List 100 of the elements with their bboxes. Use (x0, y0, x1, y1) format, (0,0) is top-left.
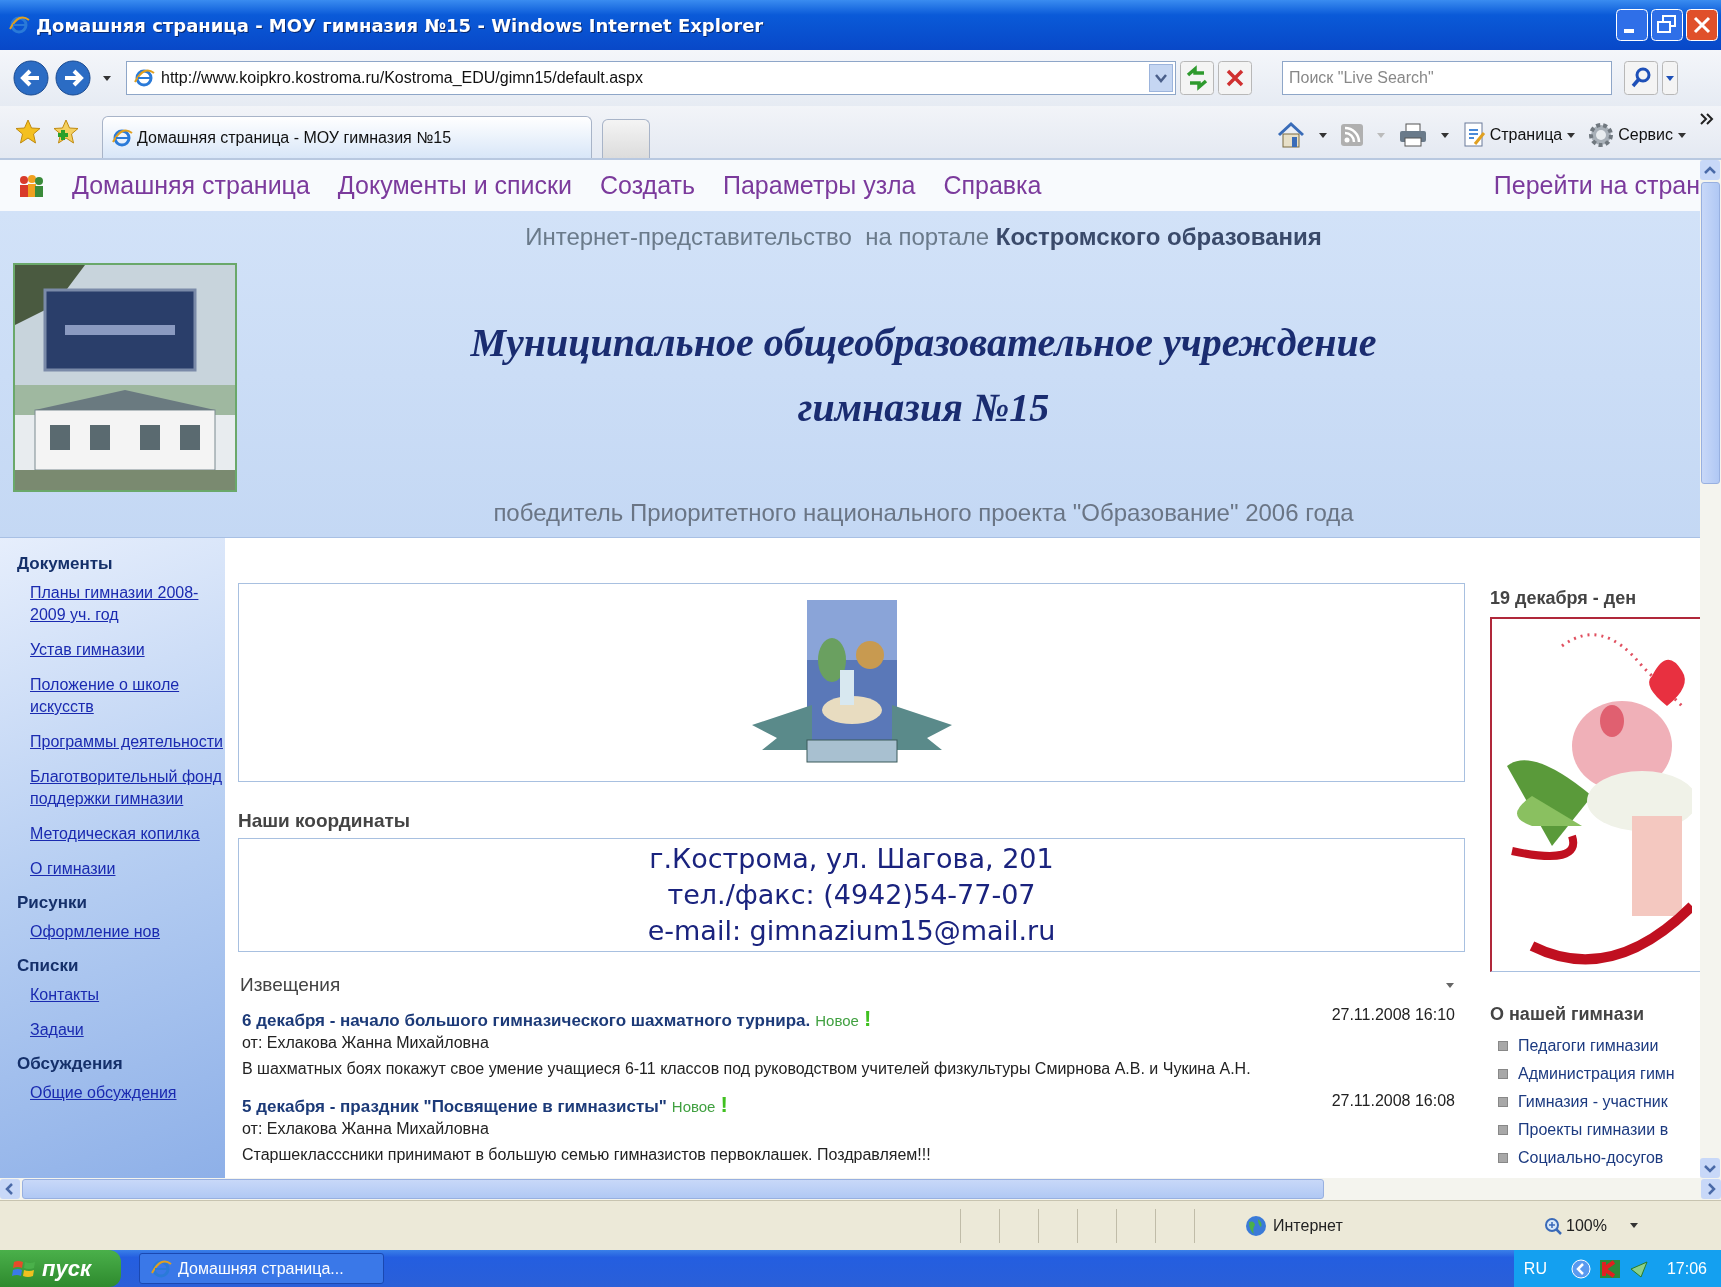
status-text: Интернет (1273, 1216, 1343, 1235)
print-icon[interactable] (1397, 122, 1428, 148)
add-favorite-icon[interactable] (52, 118, 80, 146)
caret-icon[interactable] (1445, 981, 1455, 989)
home-icon[interactable] (1275, 121, 1306, 149)
contact-line: тел./факс: (4942)54-77-07 (667, 878, 1036, 913)
feed-icon[interactable] (1339, 123, 1364, 147)
date-text: 27.11.2008 16:08 (1331, 1092, 1455, 1111)
browser-icon (150, 1257, 173, 1280)
caret-icon[interactable] (1439, 131, 1450, 139)
contact-line: г.Кострома, ул. Шагова, 201 (649, 842, 1054, 877)
sidebar-link[interactable]: Администрация гимн (1518, 1065, 1675, 1083)
scroll-left-button[interactable] (0, 1179, 20, 1199)
scroll-thumb[interactable] (1701, 182, 1720, 484)
sidebar-link[interactable]: Гимназия - участник (1518, 1093, 1668, 1111)
author-text: от: Ехлакова Жанна Михайловна (242, 1033, 490, 1053)
date-text: 27.11.2008 16:10 (1331, 1006, 1455, 1025)
new-label: Новое (815, 1012, 859, 1029)
sidebar-link[interactable]: Проекты гимназии в (1518, 1121, 1669, 1139)
sidebar-link[interactable]: Общие обсуждения (30, 1082, 177, 1104)
zoom-button[interactable]: 100% (1544, 1216, 1639, 1235)
subtitle: победитель Приоритетного национального проекта "Образование" 2006 года (493, 499, 1354, 527)
zoom-icon (1544, 1216, 1562, 1235)
author-text: от: Ехлакова Жанна Михайловна (242, 1119, 490, 1139)
sidebar-link[interactable]: Методическая копилка (30, 823, 200, 845)
bullet-icon (1498, 1069, 1508, 1079)
announcement-link[interactable]: 6 декабря - начало большого гимназического шахматного турнира. (242, 1011, 811, 1031)
caret-icon (1375, 131, 1386, 139)
sidebar-link[interactable]: Педагоги гимназии (1518, 1037, 1659, 1055)
bullet-icon (1498, 1097, 1508, 1107)
announcement-text: Старшеклассcники принимают в большую семью гимназистов первоклашек. Поздравляем!!! (242, 1145, 932, 1165)
refresh-button[interactable] (1180, 61, 1214, 95)
sidebar-heading[interactable]: Обсуждения (17, 1054, 123, 1074)
sidebar-link[interactable]: Устав гимназии (30, 639, 145, 661)
nav-link[interactable]: Создать (600, 171, 695, 200)
nav-link[interactable]: Документы и списки (337, 171, 572, 200)
contact-line: e-mail: gimnazium15@mail.ru (647, 914, 1056, 949)
horizontal-scrollbar[interactable] (0, 1178, 1721, 1200)
scroll-thumb[interactable] (22, 1179, 1324, 1199)
window-title: Домашняя страница - МОУ гимназия №15 - Windows Internet Explorer (36, 14, 764, 36)
close-button[interactable] (1686, 9, 1718, 41)
sidebar-heading[interactable]: Списки (17, 956, 79, 976)
nav-link[interactable]: Параметры узла (723, 171, 916, 200)
address-field[interactable]: http://www.koipkro.kostroma.ru/Kostroma_EDU/gimn15/default.aspx (126, 61, 1176, 95)
people-icon (18, 173, 44, 198)
forward-button[interactable] (54, 59, 92, 97)
caret-icon (1566, 131, 1577, 139)
section-heading: Наши координаты (238, 810, 411, 833)
browser-tab[interactable]: Домашняя страница - МОУ гимназия №15 (102, 116, 592, 158)
globe-icon (1245, 1214, 1267, 1237)
sidebar-link[interactable]: Задачи (30, 1019, 84, 1041)
page-icon (1461, 122, 1486, 148)
new-mark: ! (720, 1092, 728, 1118)
caret-icon (1628, 1222, 1639, 1229)
section-heading: Извещения (240, 974, 341, 996)
bullet-icon (1498, 1041, 1508, 1051)
search-field[interactable]: Поиск "Live Search" (1282, 61, 1612, 95)
nav-link[interactable]: Справка (943, 171, 1042, 200)
sidebar-heading[interactable]: Документы (17, 554, 113, 574)
caret-icon[interactable] (1317, 131, 1328, 139)
sidebar-link[interactable]: Положение о школе искусств (30, 674, 225, 718)
sidebar-link[interactable]: Программы деятельности (30, 731, 223, 753)
sidebar-link[interactable]: Социально-досугов (1518, 1149, 1664, 1167)
site-title: гимназия №15 (797, 384, 1050, 431)
bullet-icon (1498, 1125, 1508, 1135)
search-button[interactable] (1624, 61, 1658, 95)
sidebar-link[interactable]: Оформление нов (30, 921, 160, 943)
caret-icon[interactable] (102, 74, 112, 82)
start-button[interactable]: пуск (0, 1250, 122, 1287)
browser-icon (8, 14, 30, 36)
sidebar-link[interactable]: О гимназии (30, 858, 116, 880)
chevron-icon[interactable] (1699, 112, 1715, 126)
portal-line: Интернет-представительство на портале Костромского образования (525, 223, 1322, 251)
announcement-link[interactable]: 5 декабря - праздник "Посвящение в гимназисты" (242, 1097, 667, 1117)
sidebar-link[interactable]: Благотворительный фонд поддержки гимназии (30, 766, 225, 810)
site-title: Муниципальное общеобразовательное учреждение (470, 319, 1377, 366)
bullet-icon (1498, 1153, 1508, 1163)
new-label: Новое (671, 1098, 716, 1115)
stop-button[interactable] (1218, 61, 1252, 95)
minimize-button[interactable] (1616, 9, 1648, 41)
menu-button[interactable]: Страница (1461, 122, 1577, 148)
nav-link[interactable]: Перейти на стран (1493, 171, 1700, 200)
vertical-scrollbar[interactable] (1700, 160, 1721, 1178)
caret-icon (1677, 131, 1687, 139)
section-heading: О нашей гимнази (1490, 1004, 1644, 1025)
taskbar-button[interactable]: Домашняя страница... (139, 1253, 385, 1284)
back-button[interactable] (12, 59, 50, 97)
browser-icon (111, 126, 133, 149)
maximize-button[interactable] (1651, 9, 1683, 41)
sidebar-link[interactable]: Планы гимназии 2008-2009 уч. год (30, 582, 225, 626)
scroll-up-button[interactable] (1700, 160, 1720, 180)
sidebar-link[interactable]: Контакты (30, 984, 100, 1006)
dropdown-button[interactable] (1149, 64, 1173, 92)
search-options-button[interactable] (1662, 61, 1678, 95)
menu-button[interactable]: Сервис (1588, 122, 1687, 148)
scroll-right-button[interactable] (1701, 1179, 1721, 1199)
scroll-down-button[interactable] (1700, 1158, 1720, 1178)
star-icon[interactable] (14, 118, 42, 146)
sidebar-heading[interactable]: Рисунки (17, 893, 87, 913)
nav-link[interactable]: Домашняя страница (72, 171, 310, 200)
